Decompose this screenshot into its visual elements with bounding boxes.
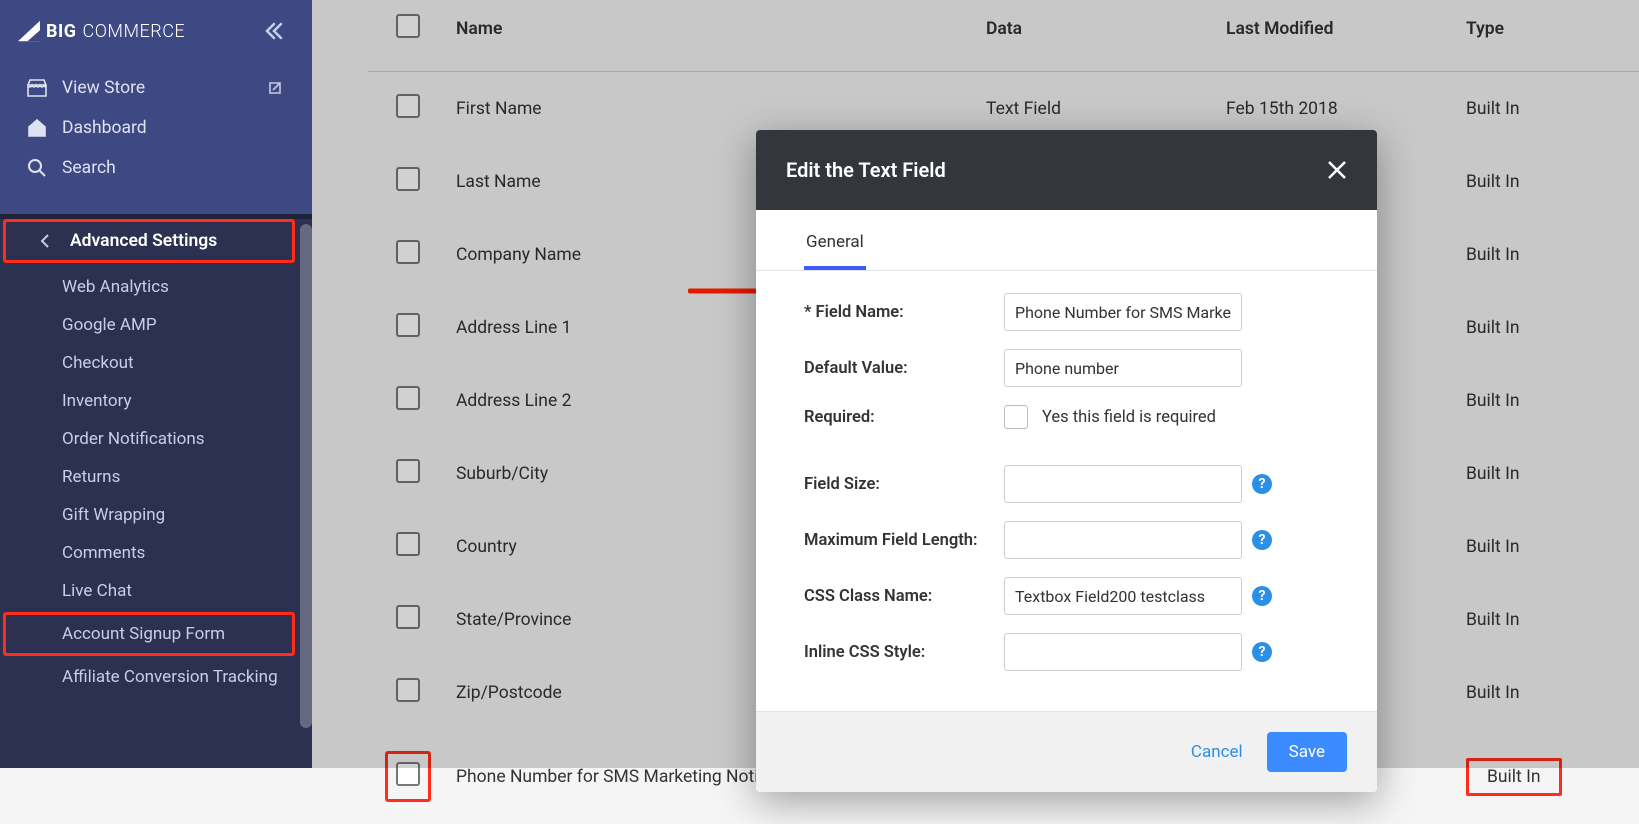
modal-footer: Cancel Save [756, 711, 1377, 792]
input-inline-css[interactable] [1004, 633, 1242, 671]
modal-title: Edit the Text Field [786, 158, 946, 182]
brand-triangle-icon [18, 20, 40, 42]
input-field-name[interactable] [1004, 293, 1242, 331]
sidebar-sub-label: Live Chat [62, 581, 132, 601]
tab-general[interactable]: General [804, 232, 866, 270]
save-button[interactable]: Save [1267, 732, 1347, 772]
label-field-size: Field Size: [804, 475, 1004, 494]
sidebar-sub-label: Gift Wrapping [62, 505, 165, 525]
sidebar-sub-label: Order Notifications [62, 429, 205, 449]
sidebar: BIGCOMMERCE View Store Dashboard Search … [0, 0, 312, 768]
label-css-class: CSS Class Name: [804, 587, 1004, 606]
sidebar-item-dashboard[interactable]: Dashboard [0, 108, 312, 148]
home-icon [26, 117, 48, 139]
label-default-value: Default Value: [804, 359, 1004, 378]
sidebar-label: Search [62, 158, 116, 178]
sidebar-sub-item[interactable]: Order Notifications [0, 420, 312, 458]
sidebar-sub-label: Web Analytics [62, 277, 169, 297]
sidebar-sub-item[interactable]: Affiliate Conversion Tracking [0, 658, 312, 696]
required-text: Yes this field is required [1042, 408, 1216, 427]
sidebar-sub-item-account-signup-form[interactable]: Account Signup Form [3, 612, 295, 656]
input-default-value[interactable] [1004, 349, 1242, 387]
sidebar-item-search[interactable]: Search [0, 148, 312, 188]
input-css-class[interactable] [1004, 577, 1242, 615]
sidebar-label: Advanced Settings [70, 231, 217, 251]
help-icon[interactable]: ? [1252, 586, 1272, 606]
cancel-button[interactable]: Cancel [1185, 732, 1249, 772]
storefront-icon [26, 77, 48, 99]
sidebar-sub-label: Affiliate Conversion Tracking [62, 667, 278, 687]
sidebar-sub-label: Comments [62, 543, 145, 563]
sidebar-sub-item[interactable]: Gift Wrapping [0, 496, 312, 534]
sidebar-scrollbar[interactable] [300, 224, 312, 728]
sidebar-sub-label: Checkout [62, 353, 134, 373]
sidebar-sub-item[interactable]: Web Analytics [0, 268, 312, 306]
label-max-length: Maximum Field Length: [804, 531, 1004, 550]
sidebar-sub-label: Inventory [62, 391, 132, 411]
external-link-icon [264, 77, 286, 99]
brand-commerce: COMMERCE [83, 21, 186, 42]
label-required: Required: [804, 408, 1004, 427]
sidebar-sub-label: Returns [62, 467, 120, 487]
close-icon[interactable] [1327, 160, 1347, 180]
modal-header: Edit the Text Field [756, 130, 1377, 210]
edit-field-modal: Edit the Text Field General Field Name: … [756, 130, 1377, 792]
modal-tabs: General [756, 210, 1377, 271]
sidebar-sub-item[interactable]: Returns [0, 458, 312, 496]
sidebar-label: Dashboard [62, 118, 147, 138]
sidebar-sub-item[interactable]: Inventory [0, 382, 312, 420]
sidebar-item-advanced-settings[interactable]: Advanced Settings [3, 219, 295, 263]
label-field-name: Field Name: [804, 303, 1004, 322]
sidebar-sub-label: Google AMP [62, 315, 157, 335]
search-icon [26, 157, 48, 179]
help-icon[interactable]: ? [1252, 530, 1272, 550]
brand-big: BIG [46, 21, 77, 42]
sidebar-sub-item[interactable]: Checkout [0, 344, 312, 382]
logo-row: BIG COMMERCE [0, 2, 312, 68]
help-icon[interactable]: ? [1252, 474, 1272, 494]
sidebar-item-view-store[interactable]: View Store [0, 68, 312, 108]
sidebar-collapse-icon[interactable] [264, 22, 284, 40]
sidebar-top: BIG COMMERCE View Store Dashboard Search [0, 0, 312, 219]
sidebar-sub-item[interactable]: Live Chat [0, 572, 312, 610]
sidebar-sub-label: Account Signup Form [62, 624, 225, 644]
sidebar-sub-item[interactable]: Comments [0, 534, 312, 572]
sidebar-sub-item[interactable]: Google AMP [0, 306, 312, 344]
input-field-size[interactable] [1004, 465, 1242, 503]
brand-logo: BIG COMMERCE [18, 20, 185, 42]
help-icon[interactable]: ? [1252, 642, 1272, 662]
modal-body: Field Name: Default Value: Required: Yes… [756, 271, 1377, 711]
sidebar-label: View Store [62, 78, 145, 98]
sidebar-submenu: Web Analytics Google AMP Checkout Invent… [0, 268, 312, 696]
input-max-length[interactable] [1004, 521, 1242, 559]
label-inline-css: Inline CSS Style: [804, 643, 1004, 662]
checkbox-required[interactable] [1004, 405, 1028, 429]
chevron-left-icon [34, 230, 56, 252]
